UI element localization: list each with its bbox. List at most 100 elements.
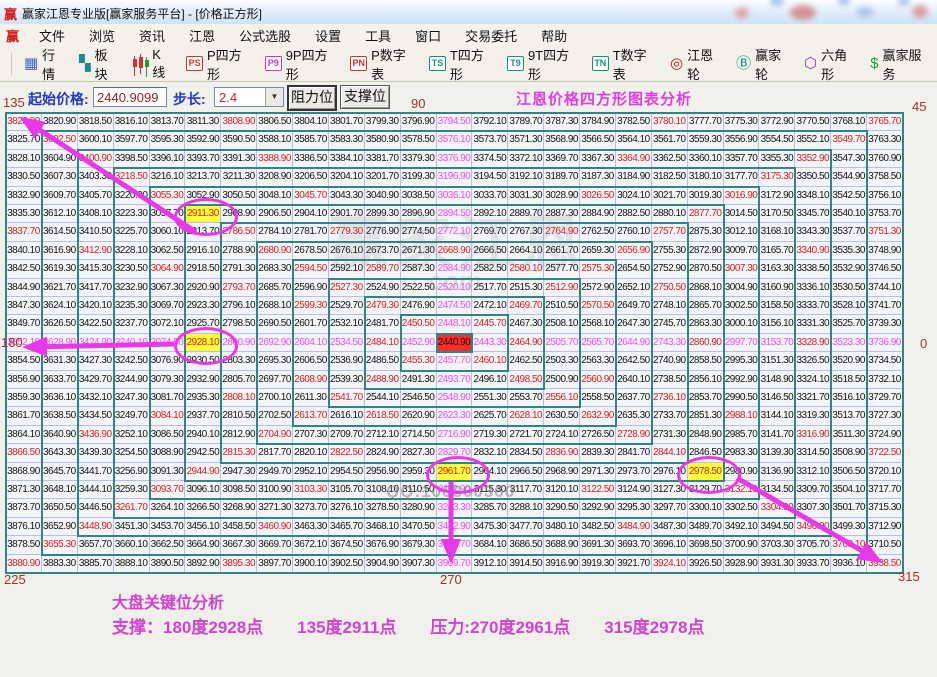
grid-cell: 3885.70 xyxy=(78,555,114,573)
grid-cell: 3883.30 xyxy=(42,555,78,573)
grid-cell: 3895.30 xyxy=(221,555,257,573)
grid-cell: 2985.70 xyxy=(724,426,760,444)
winner-wheel-icon: Ⓑ xyxy=(736,56,751,72)
step-combobox[interactable]: 2.4 ▼ xyxy=(214,87,284,107)
grid-cell: 3230.50 xyxy=(114,260,150,278)
menu-item-4[interactable]: 公式选股 xyxy=(227,24,303,47)
grid-cell: 3388.90 xyxy=(257,150,293,168)
grid-cell: 2596.90 xyxy=(293,279,329,297)
grid-cell: 3499.30 xyxy=(831,518,867,536)
grid-cell: 3108.10 xyxy=(365,481,401,499)
grid-cell: 3463.30 xyxy=(293,518,329,536)
grid-cell: 2536.90 xyxy=(329,352,365,370)
toolbar-item-P数字表[interactable]: PNP数字表 xyxy=(350,45,415,83)
grid-cell: 3266.50 xyxy=(185,499,221,517)
grid-cell: 3223.30 xyxy=(114,205,150,223)
grid-cell: 3444.10 xyxy=(78,481,114,499)
grid-cell: 2832.10 xyxy=(472,444,508,462)
grid-cell: 3009.70 xyxy=(724,242,760,260)
toolbar-item-T四方形[interactable]: TST四方形 xyxy=(429,45,493,83)
grid-cell: 3468.10 xyxy=(365,518,401,536)
grid-cell: 2762.50 xyxy=(580,223,616,241)
grid-cell: 3568.90 xyxy=(544,131,580,149)
grid-cell: 3297.70 xyxy=(652,499,688,517)
grid-cell: 2582.50 xyxy=(472,260,508,278)
grid-cell: 2784.10 xyxy=(257,223,293,241)
grid-cell: 3192.10 xyxy=(508,168,544,186)
grid-cell: 3796.90 xyxy=(401,113,437,131)
menu-item-6[interactable]: 工具 xyxy=(353,24,403,47)
toolbar-item-板块[interactable]: ▚板块 xyxy=(79,45,118,83)
menu-item-7[interactable]: 窗口 xyxy=(403,24,453,47)
grid-cell: 3794.50 xyxy=(437,113,473,131)
grid-cell: 2764.90 xyxy=(544,223,580,241)
grid-cell: 3888.10 xyxy=(114,555,150,573)
grid-cell: 3602.50 xyxy=(42,131,78,149)
toolbar-item-赢家服务[interactable]: $赢家服务 xyxy=(870,45,930,83)
grid-cell: 2851.30 xyxy=(688,407,724,425)
grid-cell: 3170.50 xyxy=(759,205,795,223)
toolbar-item-P四方形[interactable]: PSP四方形 xyxy=(186,45,251,83)
toolbar-item-赢家轮[interactable]: Ⓑ赢家轮 xyxy=(736,45,790,83)
menu-item-3[interactable]: 江恩 xyxy=(177,24,227,47)
toolbar-item-T数字表[interactable]: TNT数字表 xyxy=(592,45,656,83)
grid-cell: 3645.70 xyxy=(42,463,78,481)
grid-cell: 3422.50 xyxy=(78,315,114,333)
grid-cell: 2445.70 xyxy=(472,315,508,333)
grid-cell: 2772.10 xyxy=(437,223,473,241)
grid-cell: 3720.10 xyxy=(867,463,903,481)
grid-cell: 3842.50 xyxy=(6,260,42,278)
grid-cell: 3350.50 xyxy=(795,168,831,186)
grid-cell: 2724.10 xyxy=(544,426,580,444)
menu-item-8[interactable]: 交易委托 xyxy=(453,24,529,47)
grid-cell: 3148.90 xyxy=(759,371,795,389)
toolbar-item-行情[interactable]: ▦行情 xyxy=(24,45,65,83)
toolbar-item-江恩轮[interactable]: ◎江恩轮 xyxy=(670,45,722,83)
grid-cell: 3100.90 xyxy=(257,481,293,499)
grid-cell: 3355.30 xyxy=(759,150,795,168)
grid-cell: 2493.70 xyxy=(437,371,473,389)
grid-cell: 2968.90 xyxy=(544,463,580,481)
grid-cell: 3564.10 xyxy=(616,131,652,149)
menu-item-0[interactable]: 文件 xyxy=(27,24,77,47)
menu-item-1[interactable]: 浏览 xyxy=(77,24,127,47)
grid-cell: 3216.10 xyxy=(150,168,186,186)
grid-cell: 3376.90 xyxy=(437,150,473,168)
combo-arrow-icon[interactable]: ▼ xyxy=(265,88,283,106)
grid-cell: 2443.30 xyxy=(472,334,508,352)
grid-cell: 3124.90 xyxy=(616,481,652,499)
grid-cell: 2944.90 xyxy=(185,463,221,481)
grid-cell: 2812.90 xyxy=(221,426,257,444)
support-button[interactable]: 支撑位 xyxy=(340,85,390,109)
start-price-input[interactable] xyxy=(93,87,167,107)
grid-cell: 2652.10 xyxy=(616,279,652,297)
menu-item-9[interactable]: 帮助 xyxy=(529,24,579,47)
grid-cell: 3321.70 xyxy=(795,389,831,407)
toolbar-item-label: T四方形 xyxy=(450,45,493,83)
grid-cell: 3000.10 xyxy=(724,315,760,333)
grid-cell: 3864.10 xyxy=(6,426,42,444)
resistance-button[interactable]: 阻力位 xyxy=(287,85,337,111)
toolbar-item-K线[interactable]: K线 xyxy=(132,47,173,81)
menu-item-2[interactable]: 资讯 xyxy=(127,24,177,47)
grid-cell: 2678.50 xyxy=(293,242,329,260)
toolbar-item-9T四方形[interactable]: T99T四方形 xyxy=(507,45,578,83)
controls-row: 起始价格: 步长: 2.4 ▼ 阻力位 支撑位 江恩价格四方形图表分析 xyxy=(0,82,937,113)
grid-cell: 2995.30 xyxy=(724,352,760,370)
grid-cell: 3681.70 xyxy=(437,536,473,554)
grid-cell: 2541.70 xyxy=(329,389,365,407)
grid-cell: 2539.30 xyxy=(329,371,365,389)
grid-cell: 3055.30 xyxy=(150,187,186,205)
toolbar-item-9P四方形[interactable]: P99P四方形 xyxy=(265,45,336,83)
grid-cell: 3825.70 xyxy=(6,131,42,149)
grid-cell: 3556.90 xyxy=(724,131,760,149)
grid-cell: 3936.10 xyxy=(831,555,867,573)
grid-cell: 2990.50 xyxy=(724,389,760,407)
analysis-title: 大盘关键位分析 xyxy=(112,589,224,613)
menu-item-5[interactable]: 设置 xyxy=(303,24,353,47)
grid-cell: 3859.30 xyxy=(6,389,42,407)
toolbar-item-六角形[interactable]: ⬡六角形 xyxy=(804,45,856,83)
grid-cell: 2685.70 xyxy=(257,279,293,297)
grid-cell: 2647.30 xyxy=(616,315,652,333)
grid-cell: 3739.30 xyxy=(867,315,903,333)
